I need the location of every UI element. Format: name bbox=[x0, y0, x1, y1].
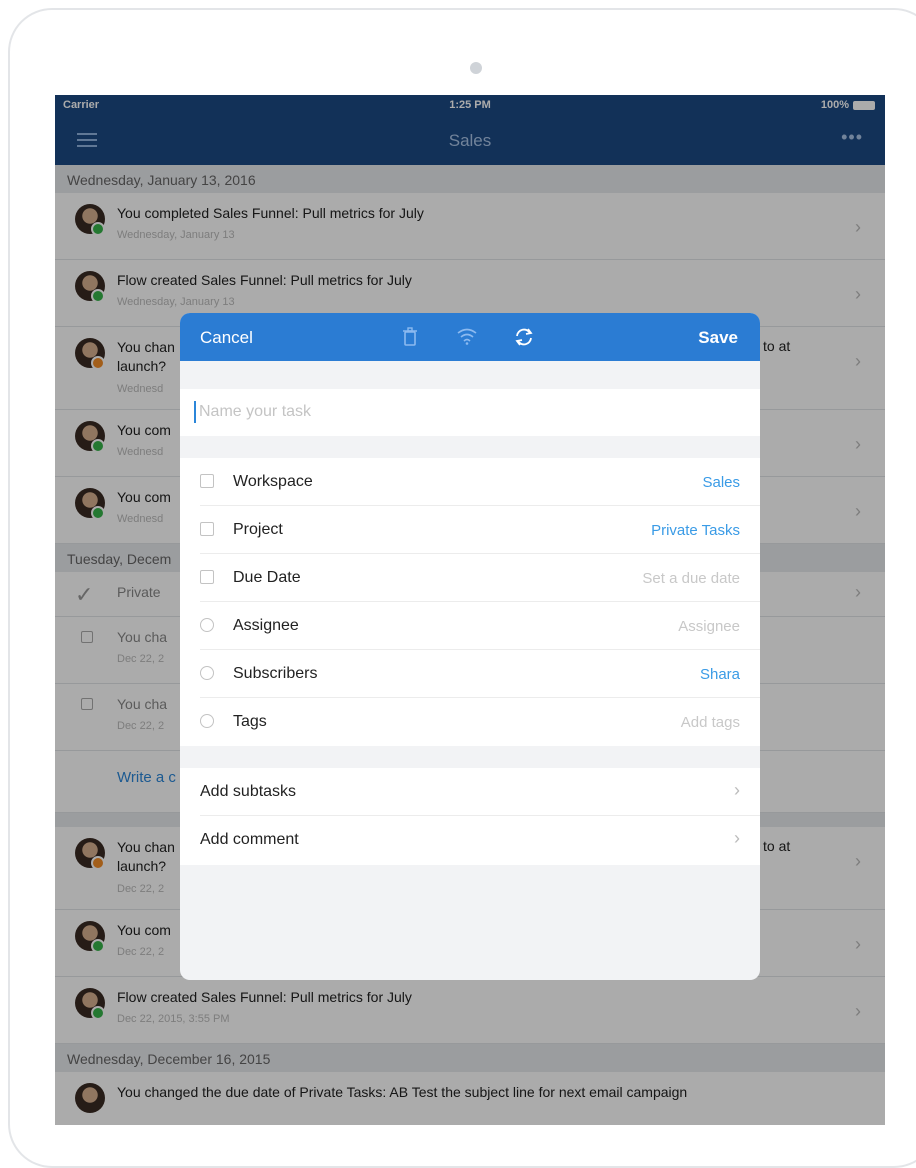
field-label: Tags bbox=[233, 713, 267, 730]
task-actions: Add subtasks › Add comment › bbox=[180, 768, 760, 865]
add-comment-row[interactable]: Add comment › bbox=[200, 816, 760, 864]
field-value: Add tags bbox=[680, 714, 740, 731]
field-label: Project bbox=[233, 521, 283, 538]
modal-header: Cancel Save bbox=[180, 313, 760, 361]
add-comment-label: Add comment bbox=[200, 831, 299, 848]
chevron-right-icon: › bbox=[734, 780, 740, 800]
calendar-icon bbox=[200, 570, 214, 584]
workspace-icon bbox=[200, 474, 214, 488]
field-label: Assignee bbox=[233, 617, 299, 634]
task-name-input[interactable] bbox=[194, 401, 734, 423]
field-value: Private Tasks bbox=[651, 522, 740, 539]
field-workspace[interactable]: Workspace Sales bbox=[200, 458, 760, 506]
trash-icon[interactable] bbox=[402, 327, 418, 352]
cancel-button[interactable]: Cancel bbox=[200, 328, 253, 348]
person-icon bbox=[200, 618, 214, 632]
field-value: Shara bbox=[699, 666, 740, 683]
field-value: Set a due date bbox=[642, 570, 740, 587]
subscribers-icon bbox=[200, 666, 214, 680]
project-icon bbox=[200, 522, 214, 536]
field-label: Due Date bbox=[233, 569, 301, 586]
task-fields: Workspace Sales Project Private Tasks Du… bbox=[180, 458, 760, 746]
field-label: Subscribers bbox=[233, 665, 318, 682]
field-value: Assignee bbox=[678, 618, 740, 635]
add-subtasks-row[interactable]: Add subtasks › bbox=[200, 768, 760, 816]
tag-icon bbox=[200, 714, 214, 728]
camera-icon bbox=[470, 62, 482, 74]
field-project[interactable]: Project Private Tasks bbox=[200, 506, 760, 554]
sync-icon[interactable] bbox=[513, 327, 535, 352]
field-subscribers[interactable]: Subscribers Shara bbox=[200, 650, 760, 698]
field-due-date[interactable]: Due Date Set a due date bbox=[200, 554, 760, 602]
add-subtasks-label: Add subtasks bbox=[200, 783, 297, 800]
field-tags[interactable]: Tags Add tags bbox=[200, 698, 760, 746]
save-button[interactable]: Save bbox=[698, 328, 738, 348]
field-label: Workspace bbox=[233, 473, 313, 490]
task-name-row bbox=[180, 389, 760, 436]
chevron-right-icon: › bbox=[734, 828, 740, 848]
new-task-modal: Cancel Save Workspace Sales Project Priv… bbox=[180, 313, 760, 980]
field-value: Sales bbox=[702, 474, 740, 491]
wifi-icon[interactable] bbox=[456, 327, 478, 350]
field-assignee[interactable]: Assignee Assignee bbox=[200, 602, 760, 650]
